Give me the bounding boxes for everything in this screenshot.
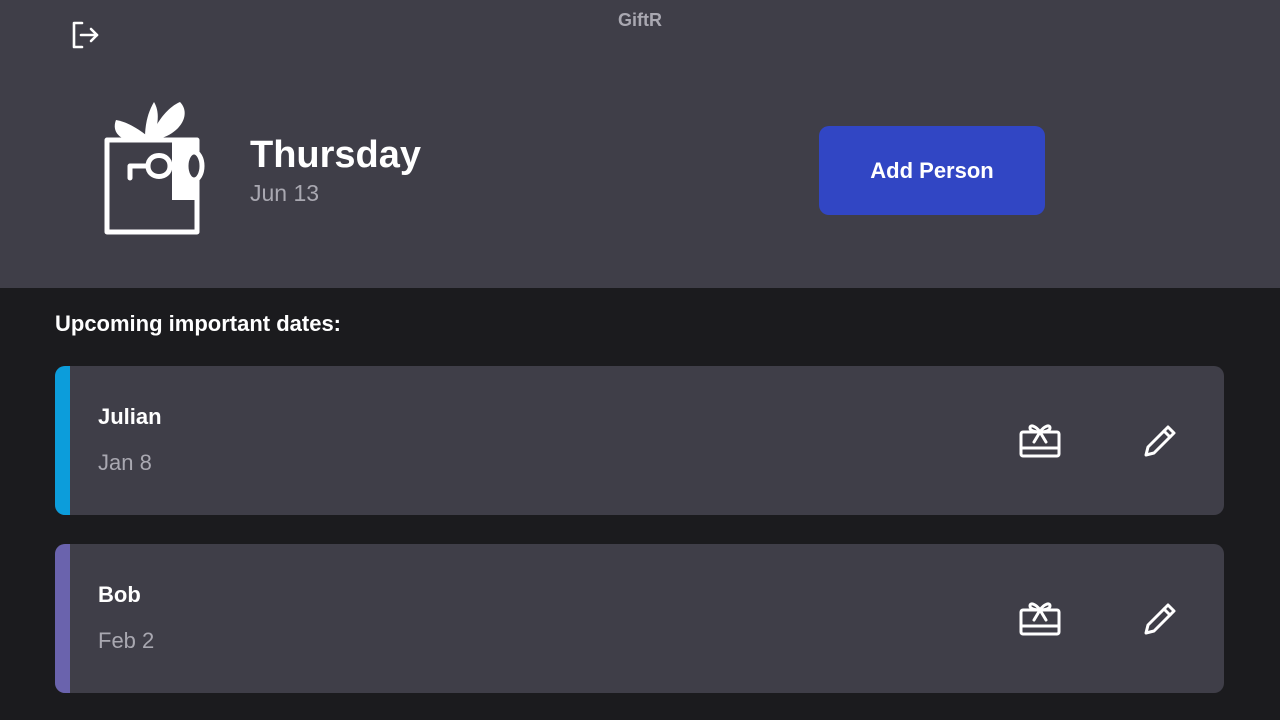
current-date: Jun 13 <box>250 180 320 206</box>
logout-icon <box>72 21 99 49</box>
header: GiftR Thursday Jun 13 Add Person <box>0 0 1280 288</box>
current-day: Thursday <box>250 134 422 176</box>
gift-ideas-button[interactable] <box>1015 596 1065 640</box>
person-date: Feb 2 <box>98 628 155 653</box>
add-person-button[interactable]: Add Person <box>819 126 1045 215</box>
gift-logo <box>104 102 205 235</box>
person-name: Julian <box>98 404 162 429</box>
logout-button[interactable] <box>66 16 104 54</box>
card-accent <box>55 366 70 515</box>
edit-person-button[interactable] <box>1137 596 1183 642</box>
card-accent <box>55 544 70 693</box>
section-title: Upcoming important dates: <box>55 311 342 336</box>
pencil-icon <box>1144 603 1176 635</box>
edit-person-button[interactable] <box>1137 418 1183 464</box>
person-card[interactable]: Julian Jan 8 <box>55 366 1224 515</box>
pencil-icon <box>1144 425 1176 457</box>
person-date: Jan 8 <box>98 450 152 475</box>
gift-ideas-button[interactable] <box>1015 418 1065 462</box>
person-name: Bob <box>98 582 141 607</box>
person-card[interactable]: Bob Feb 2 <box>55 544 1224 693</box>
gift-icon <box>1019 602 1061 636</box>
gift-icon <box>1019 424 1061 458</box>
app-title: GiftR <box>618 10 662 30</box>
